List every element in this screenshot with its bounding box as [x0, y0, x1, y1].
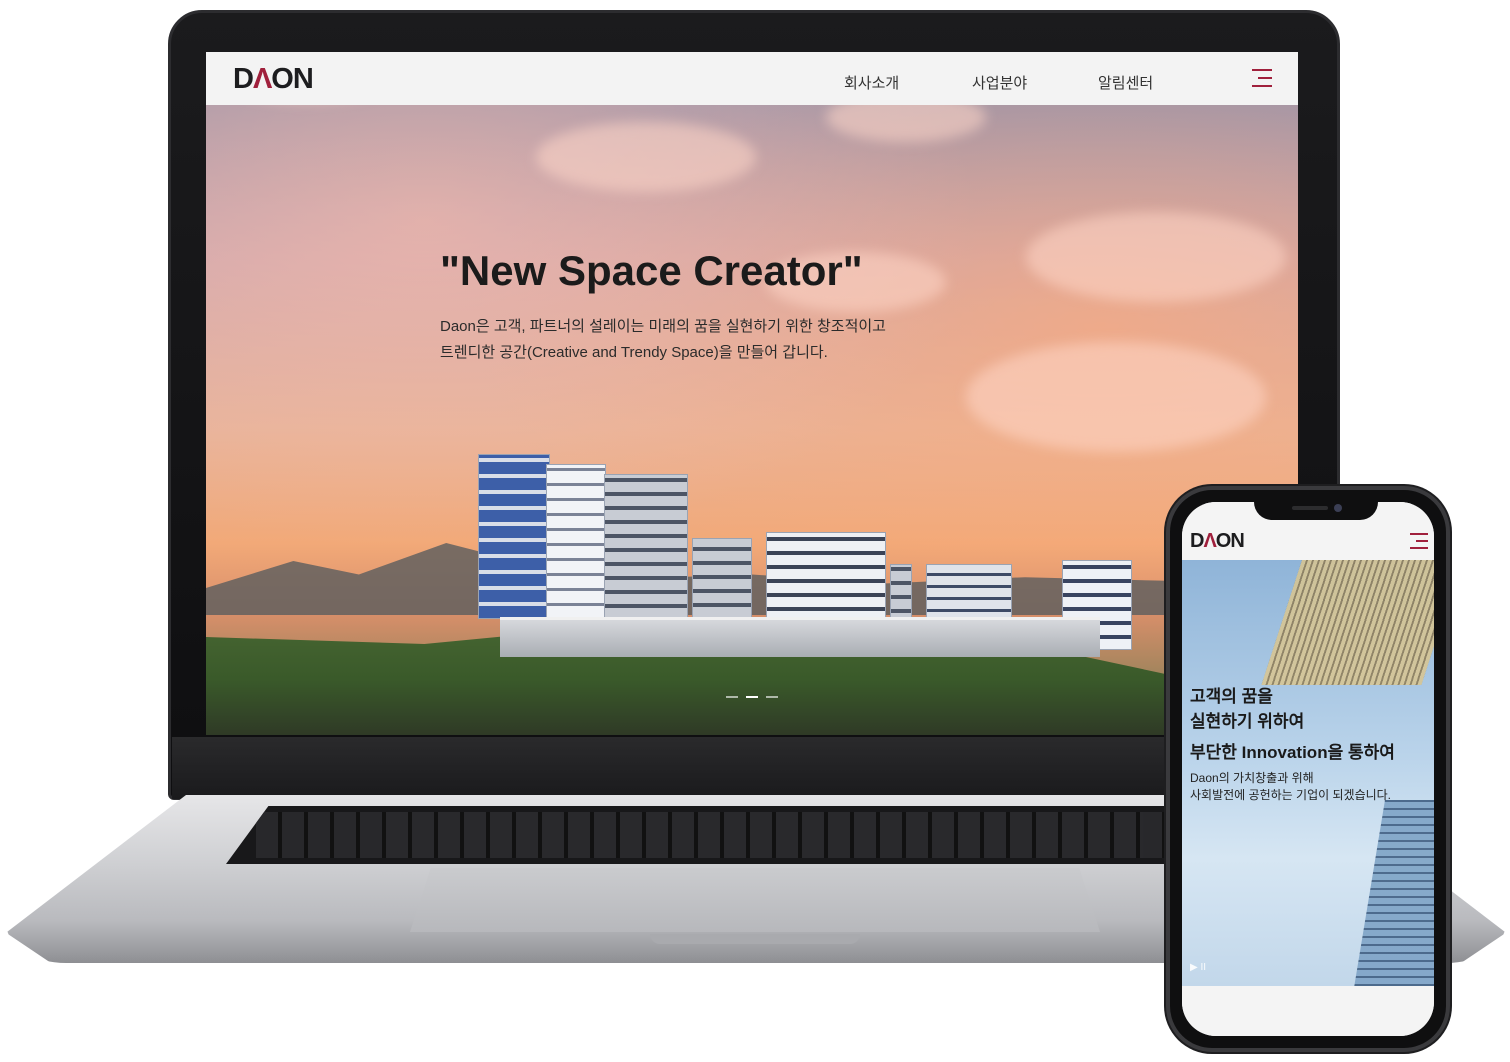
hero-description: Daon은 고객, 파트너의 설레이는 미래의 꿈을 실현하기 위한 창조적이고…	[440, 314, 920, 366]
building	[766, 532, 886, 622]
mobile-hero-title-line: 고객의 꿈을	[1190, 687, 1273, 706]
laptop-trackpad	[410, 868, 1100, 932]
building	[546, 464, 606, 619]
mobile-hero-title-line: 부단한 Innovation을 통하여	[1190, 743, 1395, 762]
hero-background	[206, 52, 1298, 735]
laptop-screen: DΛON 회사소개 사업분야 알림센터 "New Space Creator" …	[206, 52, 1298, 735]
hamburger-menu-icon[interactable]	[1410, 533, 1428, 549]
logo-text: D	[233, 63, 254, 95]
laptop-chin	[172, 737, 1336, 799]
hero-description-line: Daon은 고객, 파트너의 설레이는 미래의 꿈을 실현하기 위한 창조적이고	[440, 318, 886, 335]
daon-logo[interactable]: DΛON	[1190, 530, 1245, 553]
nav-notice[interactable]: 알림센터	[1098, 72, 1153, 93]
mobile-hero-description: Daon의 가치창출과 위해 사회발전에 공헌하는 기업이 되겠습니다.	[1190, 770, 1420, 804]
slider-dot-active[interactable]	[746, 696, 758, 698]
phone-screen: DΛON 고객의 꿈을 실현하기 위하여 부단한 Innovation을 통하여…	[1182, 502, 1434, 1036]
green-hill	[206, 623, 1298, 735]
mobile-hero-title-line: 실현하기 위하여	[1190, 712, 1305, 731]
hamburger-menu-icon[interactable]	[1252, 69, 1272, 87]
slider-pagination	[726, 696, 778, 698]
logo-accent: Λ	[1203, 530, 1216, 552]
logo-text: D	[1190, 530, 1204, 552]
daon-logo[interactable]: DΛON	[233, 63, 314, 96]
building	[478, 454, 550, 619]
laptop-keyboard	[226, 806, 1286, 864]
nav-company[interactable]: 회사소개	[844, 72, 899, 93]
tower-image	[1261, 560, 1434, 685]
building	[604, 474, 688, 619]
building	[692, 538, 752, 618]
laptop-notch	[650, 934, 860, 944]
camera-icon	[1334, 504, 1342, 512]
play-pause-controls[interactable]: ▶ II	[1190, 962, 1206, 973]
mobile-footer	[1182, 986, 1434, 1036]
hero-title: "New Space Creator"	[440, 247, 863, 294]
mobile-description-line: Daon의 가치창출과 위해	[1190, 771, 1314, 785]
building	[890, 564, 912, 624]
hero-description-line: 트렌디한 공간(Creative and Trendy Space)을 만들어 …	[440, 344, 828, 361]
tower-image	[1352, 800, 1434, 1000]
mobile-description-line: 사회발전에 공헌하는 기업이 되겠습니다.	[1190, 788, 1392, 802]
slider-dot[interactable]	[726, 696, 738, 698]
slider-dot[interactable]	[766, 696, 778, 698]
phone-speaker	[1292, 506, 1328, 510]
logo-accent: Λ	[252, 63, 272, 95]
building-podium	[500, 617, 1100, 657]
site-header: DΛON 회사소개 사업분야 알림센터	[206, 52, 1298, 105]
mountain-silhouette	[206, 543, 1298, 615]
logo-text: ON	[1215, 530, 1245, 552]
nav-business[interactable]: 사업분야	[972, 72, 1027, 93]
logo-text: ON	[271, 63, 313, 95]
